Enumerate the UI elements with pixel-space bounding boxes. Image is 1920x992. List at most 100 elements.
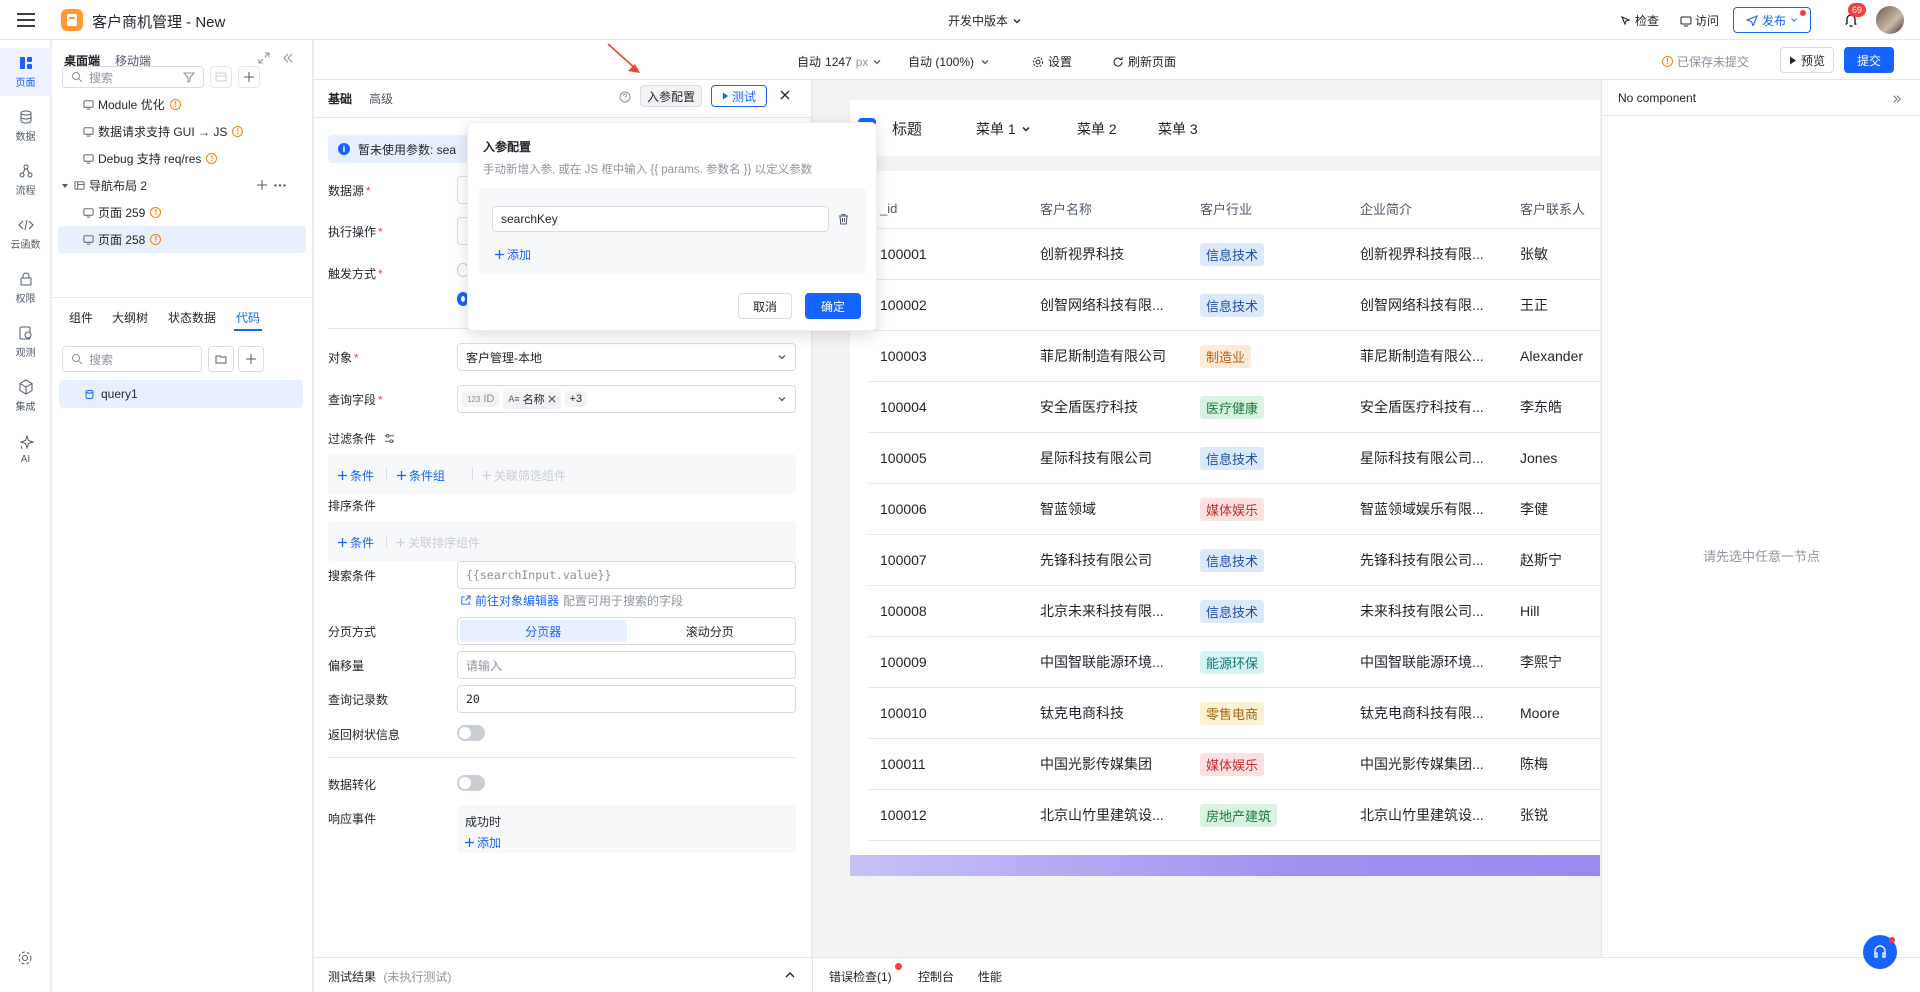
table-row[interactable]: 100001 创新视界科技 信息技术 创新视界科技有限... 张敏 (868, 229, 1600, 280)
rail-item-observe[interactable]: 观测 (0, 318, 51, 366)
version-select[interactable]: 开发中版本 (948, 12, 1022, 29)
table-row[interactable]: 100002 创智网络科技有限... 信息技术 创智网络科技有限... 王正 (868, 280, 1600, 331)
test-result-title[interactable]: 测试结果 (未执行测试) (328, 968, 451, 985)
add-condition-group-button[interactable]: 条件组 (397, 467, 445, 484)
rail-item-integration[interactable]: 集成 (0, 372, 51, 420)
table-row[interactable]: 100010 钛克电商科技 零售电商 钛克电商科技有限... Moore (868, 688, 1600, 739)
tree-item-gui-js[interactable]: 数据请求支持 GUI → JS ! (52, 118, 313, 145)
tab-advanced[interactable]: 高级 (369, 90, 393, 107)
submit-button[interactable]: 提交 (1844, 47, 1894, 73)
test-button[interactable]: 测试 (711, 85, 767, 107)
settings-button[interactable]: 设置 (1032, 53, 1072, 70)
field-tag-more[interactable]: +3 (564, 391, 588, 407)
table-row[interactable]: 100009 中国智联能源环境... 能源环保 中国智联能源环境... 李熙宁 (868, 637, 1600, 688)
column-header[interactable]: 客户行业 (1188, 199, 1348, 218)
offset-input[interactable]: 请输入 (457, 651, 796, 679)
collapse-right-icon[interactable] (1892, 94, 1902, 104)
query-item[interactable]: query1 (59, 380, 303, 408)
table-row[interactable]: 100011 中国光影传媒集团 媒体娱乐 中国光影传媒集团... 陈梅 (868, 739, 1600, 790)
close-icon[interactable] (780, 90, 790, 100)
preview-menu-3[interactable]: 菜单 3 (1158, 119, 1198, 139)
more-icon[interactable] (274, 184, 286, 187)
tab-code[interactable]: 代码 (236, 309, 260, 326)
page-search-input[interactable]: 搜索 (62, 66, 204, 88)
object-select[interactable]: 客户管理-本地 (457, 343, 796, 371)
table-row[interactable]: 100006 智蓝领域 媒体娱乐 智蓝领域娱乐有限... 李健 (868, 484, 1600, 535)
menu-icon[interactable] (16, 10, 36, 30)
preview-menu-1[interactable]: 菜单 1 (976, 119, 1031, 139)
column-header[interactable]: 客户联系人 (1508, 199, 1600, 218)
collapse-panel-icon[interactable] (282, 52, 294, 64)
add-page-button[interactable] (238, 66, 260, 88)
table-row[interactable]: 100004 安全盾医疗科技 医疗健康 安全盾医疗科技有... 李东皓 (868, 382, 1600, 433)
zoom-select[interactable]: 自动 (100%) (908, 53, 990, 70)
tree-item-nav-layout[interactable]: 导航布局 2 (52, 172, 313, 199)
rail-item-ai[interactable]: AI (0, 426, 51, 474)
table-row[interactable]: 100003 菲尼斯制造有限公司 制造业 菲尼斯制造有限公... Alexander (868, 331, 1600, 382)
code-search-input[interactable]: 搜索 (62, 346, 202, 372)
field-tag-name[interactable]: A≡ 名称 (503, 389, 561, 409)
close-icon[interactable] (548, 395, 556, 403)
add-condition-button[interactable]: 条件 (338, 467, 374, 484)
inspect-button[interactable]: 检查 (1620, 12, 1659, 29)
expand-icon[interactable] (258, 52, 270, 64)
cancel-button[interactable]: 取消 (738, 293, 792, 319)
add-param-button[interactable]: 添加 (495, 246, 531, 263)
paging-option-pager[interactable]: 分页器 (460, 620, 627, 642)
preview-menu-2[interactable]: 菜单 2 (1077, 119, 1117, 139)
add-query-button[interactable] (238, 346, 264, 372)
column-header[interactable]: 企业简介 (1348, 199, 1508, 218)
preview-button[interactable]: 预览 (1780, 47, 1834, 73)
column-header[interactable]: _id (868, 201, 1028, 216)
help-chat-button[interactable] (1863, 935, 1897, 969)
table-row[interactable]: 100012 北京山竹里建筑设... 房地产建筑 北京山竹里建筑设... 张锐 (868, 790, 1600, 841)
tree-item-page-259[interactable]: 页面 259 ! (52, 199, 313, 226)
paging-option-scroll[interactable]: 滚动分页 (627, 620, 794, 642)
sliders-icon[interactable] (384, 433, 395, 444)
tab-performance[interactable]: 性能 (978, 968, 1002, 985)
filter-icon[interactable] (183, 71, 195, 83)
tab-error-check[interactable]: 错误检查(1) (829, 968, 892, 985)
rail-item-permission[interactable]: 权限 (0, 264, 51, 312)
limit-input[interactable]: 20 (457, 685, 796, 713)
canvas-width-select[interactable]: 自动 1247 px (797, 53, 882, 70)
rail-item-data[interactable]: 数据 (0, 102, 51, 150)
chevron-up-icon[interactable] (784, 970, 796, 980)
table-row[interactable]: 100005 星际科技有限公司 信息技术 星际科技有限公司... Jones (868, 433, 1600, 484)
plus-icon[interactable] (257, 180, 267, 190)
add-event-button[interactable]: 添加 (465, 834, 501, 851)
confirm-button[interactable]: 确定 (805, 293, 861, 319)
param-name-input[interactable]: searchKey (492, 206, 829, 232)
goto-editor-link[interactable]: 前往对象编辑器 (475, 592, 559, 609)
column-header[interactable]: 客户名称 (1028, 199, 1188, 218)
help-icon[interactable] (619, 91, 631, 103)
tab-basic[interactable]: 基础 (328, 90, 352, 107)
table-row[interactable]: 100007 先锋科技有限公司 信息技术 先锋科技有限公司... 赵斯宁 (868, 535, 1600, 586)
tab-state[interactable]: 状态数据 (168, 309, 216, 326)
settings-gear-icon[interactable] (17, 950, 33, 966)
goto-object-editor[interactable]: 前往对象编辑器 配置可用于搜索的字段 (460, 592, 683, 609)
trash-icon[interactable] (838, 213, 849, 225)
tree-item-page-258[interactable]: 页面 258 ! (58, 226, 306, 253)
add-sort-button[interactable]: 条件 (338, 534, 374, 551)
transform-toggle[interactable] (457, 775, 485, 791)
visit-button[interactable]: 访问 (1680, 12, 1719, 29)
caret-down-icon[interactable] (61, 182, 69, 190)
rail-item-flow[interactable]: 流程 (0, 156, 51, 204)
table-row[interactable]: 100008 北京未来科技有限... 信息技术 未来科技有限公司... Hill (868, 586, 1600, 637)
rail-item-pages[interactable]: 页面 (0, 48, 51, 96)
avatar[interactable] (1876, 6, 1904, 34)
param-config-button[interactable]: 入参配置 (640, 85, 702, 107)
tab-components[interactable]: 组件 (69, 309, 93, 326)
refresh-button[interactable]: 刷新页面 (1112, 53, 1176, 70)
fields-select[interactable]: 123 ID A≡ 名称 +3 (457, 385, 796, 413)
publish-button[interactable]: 发布 (1733, 7, 1811, 33)
tree-item-module[interactable]: Module 优化 ! (52, 91, 313, 118)
add-folder-button[interactable] (208, 346, 234, 372)
tab-outline[interactable]: 大纲树 (112, 309, 148, 326)
tab-console[interactable]: 控制台 (918, 968, 954, 985)
tree-item-debug[interactable]: Debug 支持 req/res ! (52, 145, 313, 172)
page-template-button[interactable] (210, 66, 232, 88)
tree-info-toggle[interactable] (457, 725, 485, 741)
search-condition-input[interactable]: {{searchInput.value}} (457, 561, 796, 589)
